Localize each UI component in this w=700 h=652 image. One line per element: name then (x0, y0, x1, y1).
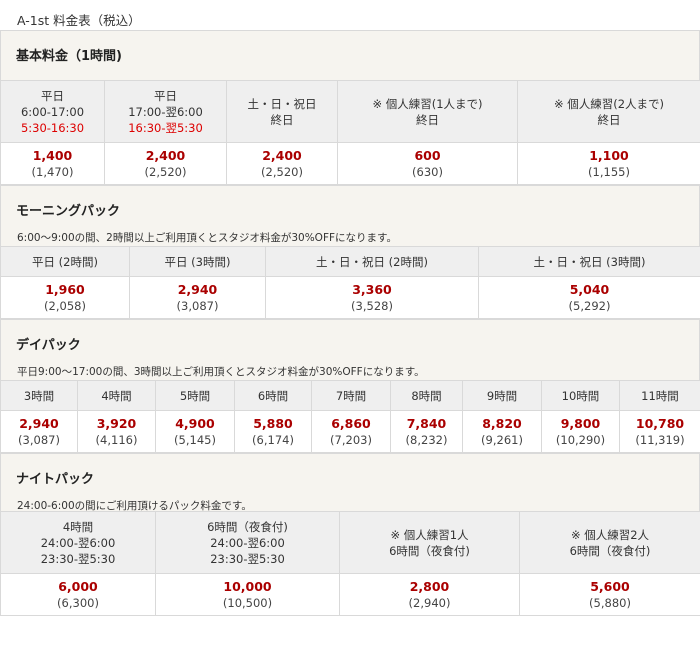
page-title: A-1st 料金表（税込） (17, 13, 141, 28)
day-header-cell: 6時間 (234, 380, 312, 411)
section-day-heading: デイパック 平日9:00～17:00の間、3時間以上ご利用頂くとスタジオ料金が3… (0, 319, 700, 380)
basic-header-weekend: 土・日・祝日 終日 (226, 80, 338, 143)
day-price-cell: 9,800 (10,290) (541, 410, 620, 453)
day-price-cell: 3,920 (4,116) (77, 410, 156, 453)
day-header-cell: 3時間 (0, 380, 78, 411)
morning-header-row: 平日 (2時間) 平日 (3時間) 土・日・祝日 (2時間) 土・日・祝日 (3… (0, 246, 700, 277)
day-header-row: 3時間 4時間 5時間 6時間 7時間 8時間 9時間 10時間 11時間 (0, 380, 700, 411)
morning-price-cell: 2,940 (3,087) (129, 276, 266, 319)
night-header-row: 4時間 24:00-翌6:00 23:30-翌5:30 6時間（夜食付) 24:… (0, 511, 700, 574)
basic-header-weekday-day: 平日 6:00-17:00 5:30-16:30 (0, 80, 105, 143)
section-day-title: デイパック (16, 338, 81, 353)
basic-price-cell: 1,100 (1,155) (517, 142, 700, 185)
night-price-cell: 2,800 (2,940) (339, 573, 520, 616)
day-price-cell: 2,940 (3,087) (0, 410, 78, 453)
day-price-cell: 6,860 (7,203) (311, 410, 391, 453)
day-price-cell: 10,780 (11,319) (619, 410, 700, 453)
day-header-cell: 10時間 (541, 380, 620, 411)
morning-header-cell: 平日 (3時間) (129, 246, 266, 277)
basic-price-cell: 2,400 (2,520) (104, 142, 227, 185)
night-price-cell: 5,600 (5,880) (519, 573, 700, 616)
day-price-cell: 8,820 (9,261) (462, 410, 542, 453)
basic-price-table: 平日 6:00-17:00 5:30-16:30 平日 17:00-翌6:00 … (0, 80, 700, 185)
basic-header-weekday-night: 平日 17:00-翌6:00 16:30-翌5:30 (104, 80, 227, 143)
day-price-cell: 7,840 (8,232) (390, 410, 463, 453)
morning-price-cell: 5,040 (5,292) (478, 276, 700, 319)
day-price-table: 3時間 4時間 5時間 6時間 7時間 8時間 9時間 10時間 11時間 2,… (0, 380, 700, 453)
day-header-cell: 11時間 (619, 380, 700, 411)
night-header-solo-2: ※ 個人練習2人 6時間（夜食付) (519, 511, 700, 574)
day-price-cell: 5,880 (6,174) (234, 410, 312, 453)
night-price-cell: 10,000 (10,500) (155, 573, 340, 616)
section-night-title: ナイトパック (16, 472, 95, 487)
morning-value-row: 1,960 (2,058) 2,940 (3,087) 3,360 (3,528) 5… (0, 276, 700, 319)
basic-price-cell: 600 (630) (337, 142, 518, 185)
night-value-row: 6,000 (6,300) 10,000 (10,500) 2,800 (2,940)… (0, 573, 700, 616)
morning-price-cell: 3,360 (3,528) (265, 276, 479, 319)
day-header-cell: 7時間 (311, 380, 391, 411)
morning-header-cell: 平日 (2時間) (0, 246, 130, 277)
night-price-cell: 6,000 (6,300) (0, 573, 156, 616)
night-header-solo-1: ※ 個人練習1人 6時間（夜食付) (339, 511, 520, 574)
section-morning-heading: モーニングパック 6:00～9:00の間、2時間以上ご利用頂くとスタジオ料金が3… (0, 185, 700, 246)
section-basic-title: 基本料金（1時間) (16, 49, 122, 64)
basic-header-row: 平日 6:00-17:00 5:30-16:30 平日 17:00-翌6:00 … (0, 80, 700, 143)
morning-price-table: 平日 (2時間) 平日 (3時間) 土・日・祝日 (2時間) 土・日・祝日 (3… (0, 246, 700, 319)
morning-header-cell: 土・日・祝日 (3時間) (478, 246, 700, 277)
day-header-cell: 8時間 (390, 380, 463, 411)
night-header-4h: 4時間 24:00-翌6:00 23:30-翌5:30 (0, 511, 156, 574)
basic-header-solo-2: ※ 個人練習(2人まで) 終日 (517, 80, 700, 143)
basic-price-cell: 2,400 (2,520) (226, 142, 338, 185)
day-value-row: 2,940 (3,087) 3,920 (4,116) 4,900 (5,145) 5… (0, 410, 700, 453)
morning-header-cell: 土・日・祝日 (2時間) (265, 246, 479, 277)
night-header-6h: 6時間（夜食付) 24:00-翌6:00 23:30-翌5:30 (155, 511, 340, 574)
section-morning-description: 6:00～9:00の間、2時間以上ご利用頂くとスタジオ料金が30%OFFになりま… (17, 232, 397, 244)
section-basic-heading: 基本料金（1時間) (0, 30, 700, 80)
section-night-heading: ナイトパック 24:00-6:00の間にご利用頂けるパック料金です。 (0, 453, 700, 512)
day-header-cell: 9時間 (462, 380, 542, 411)
basic-header-solo-1: ※ 個人練習(1人まで) 終日 (337, 80, 518, 143)
basic-price-cell: 1,400 (1,470) (0, 142, 105, 185)
morning-price-cell: 1,960 (2,058) (0, 276, 130, 319)
basic-value-row: 1,400 (1,470) 2,400 (2,520) 2,400 (2,520) 6… (0, 142, 700, 185)
day-header-cell: 5時間 (155, 380, 235, 411)
night-price-table: 4時間 24:00-翌6:00 23:30-翌5:30 6時間（夜食付) 24:… (0, 511, 700, 616)
day-header-cell: 4時間 (77, 380, 156, 411)
section-day-description: 平日9:00～17:00の間、3時間以上ご利用頂くとスタジオ料金が30%OFFに… (17, 366, 425, 378)
day-price-cell: 4,900 (5,145) (155, 410, 235, 453)
section-morning-title: モーニングパック (16, 204, 121, 219)
